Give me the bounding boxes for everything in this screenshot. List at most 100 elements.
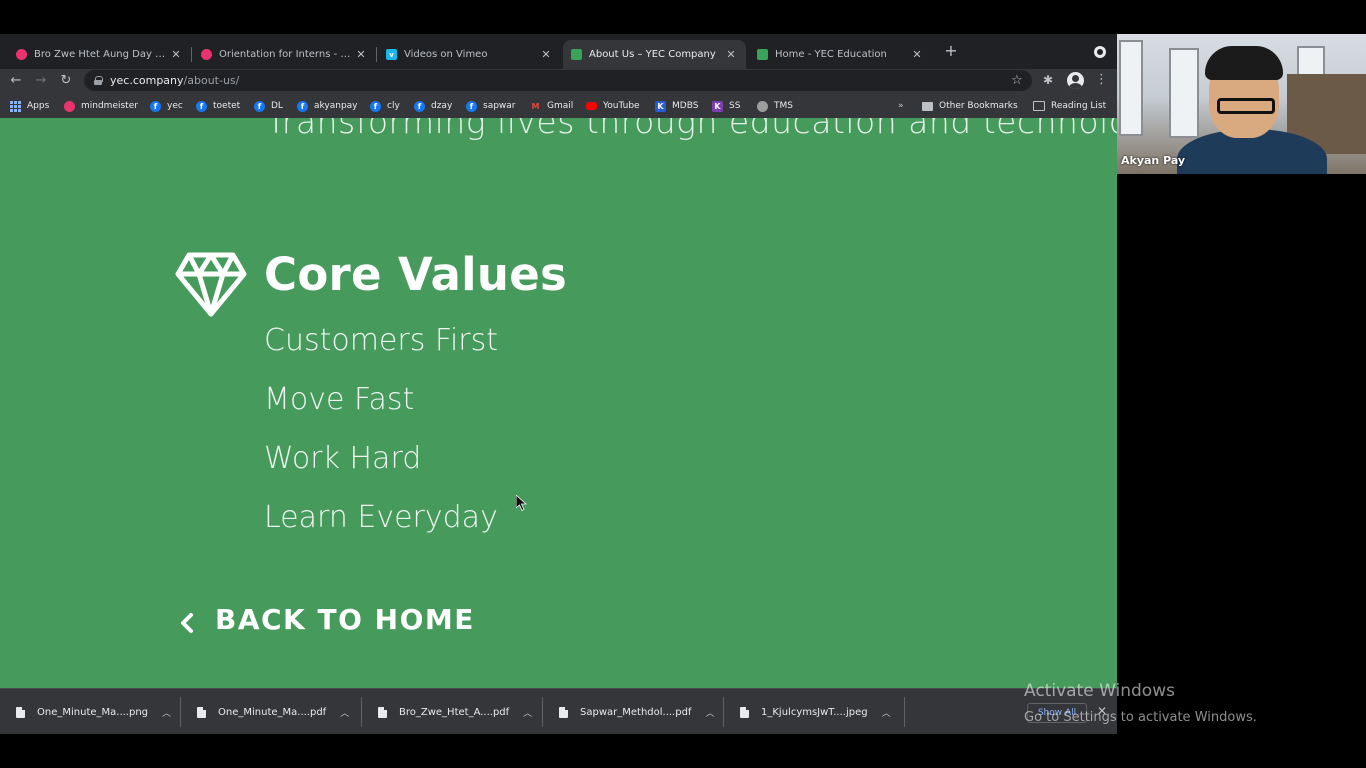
lock-icon[interactable] [94,76,103,85]
tab-separator [191,47,192,62]
bookmark-sapwar[interactable]: f sapwar [466,99,516,113]
forward-arrow-icon[interactable]: → [33,73,49,89]
tab-title: Orientation for Interns - Mindi [219,49,354,60]
tab-vimeo[interactable]: v Videos on Vimeo ✕ [378,40,561,69]
close-icon[interactable]: ✕ [169,48,183,61]
bookmark-tms[interactable]: TMS [757,99,793,113]
bookmark-youtube[interactable]: YouTube [586,99,640,113]
profile-avatar-icon[interactable] [1067,72,1084,89]
download-separator [361,697,362,727]
mouse-cursor-icon [516,495,527,511]
vimeo-icon: v [386,49,397,60]
toolbar: ← → ↻ yec.company /about-us/ ☆ ✱ ⋮ [0,69,1117,93]
browser-window: Bro Zwe Htet Aung Day 4 - Mi ✕ Orientati… [0,34,1117,734]
download-separator [542,697,543,727]
chevron-up-icon[interactable]: ︿ [705,706,714,719]
extensions-puzzle-icon[interactable]: ✱ [1043,73,1053,87]
close-icon[interactable]: ✕ [724,48,738,61]
bookmark-label: cly [387,101,400,111]
facebook-icon: f [414,100,425,112]
bookmark-star-icon[interactable]: ☆ [1011,73,1023,88]
gmail-icon: M [531,101,540,111]
menu-dots-icon[interactable]: ⋮ [1095,72,1108,87]
bookmark-akyanpay[interactable]: f akyanpay [297,99,358,113]
close-icon[interactable]: ✕ [910,48,924,61]
bookmark-label: sapwar [483,101,516,111]
bookmark-gmail[interactable]: M Gmail [530,99,574,113]
close-icon[interactable]: ✕ [354,48,368,61]
chevron-up-icon[interactable]: ︿ [882,706,891,719]
download-item[interactable]: One_Minute_Ma....png ︿ [16,701,171,723]
download-separator [180,697,181,727]
chevron-up-icon[interactable]: ︿ [523,706,532,719]
bookmark-mdbs[interactable]: K MDBS [655,99,698,113]
back-arrow-icon[interactable]: ← [8,73,24,89]
window-frame [1119,40,1143,136]
reading-list-icon [1033,101,1045,111]
download-filename: One_Minute_Ma....png [37,706,149,718]
person-hair [1205,46,1283,80]
section-title: Core Values [264,248,568,301]
new-tab-plus-icon[interactable]: + [943,43,959,59]
chevron-left-icon[interactable] [180,612,194,634]
tab-search-icon[interactable] [1094,46,1106,58]
folder-icon [922,101,933,111]
address-bar[interactable]: yec.company /about-us/ [84,70,1032,91]
tms-icon [757,100,768,112]
screen: Bro Zwe Htet Aung Day 4 - Mi ✕ Orientati… [0,0,1366,768]
bookmark-apps[interactable]: Apps [10,99,49,113]
bookmark-dzay[interactable]: f dzay [414,99,452,113]
download-item[interactable]: 1_KjulcymsJwT....jpeg ︿ [740,701,891,723]
file-icon [16,706,25,718]
bookmarks-bar: Apps mindmeister f yec f toetet f DL f a… [0,93,1117,118]
apps-grid-icon [10,100,21,112]
download-filename: 1_KjulcymsJwT....jpeg [761,706,868,718]
bookmark-label: toetet [213,101,241,111]
page-content: Transforming lives through education and… [0,118,1117,688]
bookmark-label: YouTube [603,101,640,111]
file-icon [378,706,387,718]
glasses-icon [1217,98,1275,114]
download-item[interactable]: Bro_Zwe_Htet_A....pdf ︿ [378,701,532,723]
bookmark-label: Apps [27,101,50,111]
bookmark-label: akyanpay [314,101,358,111]
bookmark-cly[interactable]: f cly [370,99,400,113]
mindmeister-icon [64,100,75,112]
chevron-up-icon[interactable]: ︿ [340,706,349,719]
close-icon[interactable]: ✕ [539,48,553,61]
facebook-icon: f [466,100,477,112]
bookmark-reading-list[interactable]: Reading List [1033,99,1106,113]
bookmark-mindmeister[interactable]: mindmeister [64,99,138,113]
activation-watermark-subtitle: Go to Settings to activate Windows. [1024,710,1257,725]
bookmarks-overflow-chevron[interactable]: » [898,99,904,113]
bookmark-toetet[interactable]: f toetet [196,99,240,113]
activation-watermark-title: Activate Windows [1024,681,1175,701]
bookmark-yec[interactable]: f yec [150,99,183,113]
mindmeister-icon [16,49,27,60]
reload-icon[interactable]: ↻ [58,73,74,89]
file-icon [740,706,749,718]
tab-orientation[interactable]: Orientation for Interns - Mindi ✕ [193,40,376,69]
tab-about-us[interactable]: About Us – YEC Company ✕ [563,40,746,69]
download-filename: Bro_Zwe_Htet_A....pdf [399,706,510,718]
chevron-up-icon[interactable]: ︿ [162,706,171,719]
tab-home-yec[interactable]: Home - YEC Education ✕ [749,40,932,69]
download-item[interactable]: Sapwar_Methdol....pdf ︿ [559,701,714,723]
bookmark-ss[interactable]: K SS [712,99,740,113]
tab-bro-zwe[interactable]: Bro Zwe Htet Aung Day 4 - Mi ✕ [8,40,191,69]
bookmark-other[interactable]: Other Bookmarks [922,99,1018,113]
bookmark-label: MDBS [672,101,699,111]
yec-icon [757,49,768,60]
bookmark-label: Gmail [547,101,574,111]
bookmark-label: dzay [431,101,453,111]
mindmeister-icon [201,49,212,60]
tab-title: About Us – YEC Company [589,49,716,60]
facebook-icon: f [297,100,308,112]
facebook-icon: f [150,100,161,112]
back-to-home-link[interactable]: BACK TO HOME [215,603,475,636]
participant-name: Akyan Pay [1121,154,1186,167]
bookmark-dl[interactable]: f DL [254,99,283,113]
bookmark-label: Other Bookmarks [939,101,1018,111]
download-item[interactable]: One_Minute_Ma....pdf ︿ [197,701,349,723]
facebook-icon: f [370,100,381,112]
